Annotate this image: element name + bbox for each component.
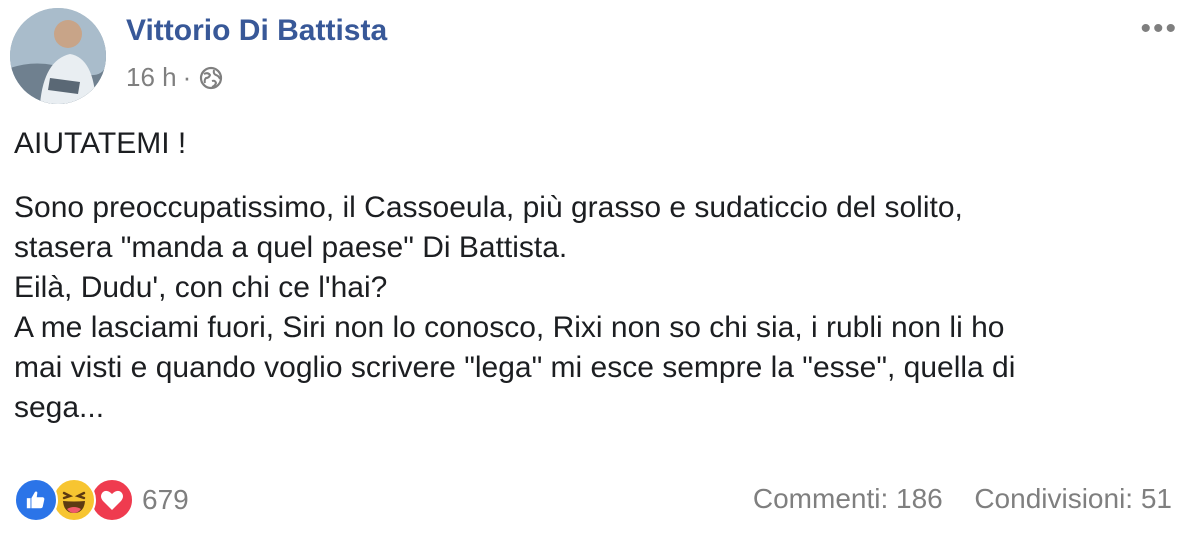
shares-count-link[interactable]: Condivisioni: 51 — [974, 483, 1172, 514]
avatar-photo — [10, 8, 106, 104]
post-text-line: mai visti e quando voglio scrivere "lega… — [14, 351, 1016, 384]
post-text-line: sega... — [14, 391, 105, 424]
more-options-button[interactable]: ••• — [1140, 14, 1178, 44]
post-stats: Commenti: 186 Condivisioni: 51 — [753, 483, 1172, 515]
globe-icon[interactable] — [199, 66, 223, 90]
author-name[interactable]: Vittorio Di Battista — [126, 14, 387, 48]
post-text-line: Sono preoccupatissimo, il Cassoeula, più… — [14, 191, 963, 224]
reactions-summary[interactable]: 679 — [14, 478, 189, 522]
comments-count-link[interactable]: Commenti: 186 — [753, 483, 943, 514]
post-timestamp[interactable]: 16 h — [126, 62, 177, 93]
post-text-line: stasera "manda a quel paese" Di Battista… — [14, 231, 568, 264]
post-text-title: AIUTATEMI ! — [14, 127, 187, 160]
love-icon — [90, 478, 134, 522]
avatar[interactable] — [10, 8, 106, 104]
like-icon — [14, 478, 58, 522]
meta-separator: · — [182, 62, 192, 92]
haha-icon — [52, 478, 96, 522]
post-meta: 16 h · — [126, 62, 223, 93]
post-text-line: Eilà, Dudu', con chi ce l'hai? — [14, 271, 388, 304]
reaction-count: 679 — [142, 484, 189, 515]
post-text-line: A me lasciami fuori, Siri non lo conosco… — [14, 311, 1005, 344]
post-body: AIUTATEMI ! Sono preoccupatissimo, il Ca… — [14, 124, 1184, 428]
